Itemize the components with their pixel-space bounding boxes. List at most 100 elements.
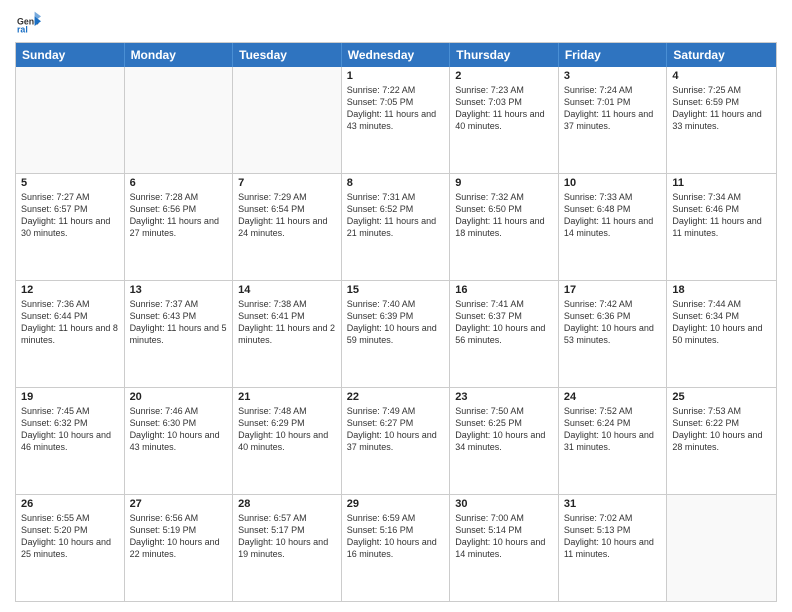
cell-info: Sunrise: 7:27 AMSunset: 6:57 PMDaylight:… (21, 191, 119, 240)
cell-info: Sunrise: 6:55 AMSunset: 5:20 PMDaylight:… (21, 512, 119, 561)
day-number: 29 (347, 498, 445, 510)
calendar-cell: 24 Sunrise: 7:52 AMSunset: 6:24 PMDayligh… (559, 388, 668, 494)
calendar-cell: 3 Sunrise: 7:24 AMSunset: 7:01 PMDaylight… (559, 67, 668, 173)
svg-text:ral: ral (17, 24, 28, 34)
calendar-cell: 15Sunrise: 7:40 AMSunset: 6:39 PMDayligh… (342, 281, 451, 387)
calendar-cell: 29 Sunrise: 6:59 AMSunset: 5:16 PMDayligh… (342, 495, 451, 601)
header-cell-saturday: Saturday (667, 43, 776, 67)
day-number: 23 (455, 391, 553, 403)
day-number: 16 (455, 284, 553, 296)
calendar-cell: 18 Sunrise: 7:44 AMSunset: 6:34 PMDayligh… (667, 281, 776, 387)
cell-info: Sunrise: 7:23 AMSunset: 7:03 PMDaylight:… (455, 84, 553, 133)
calendar-cell: 11 Sunrise: 7:34 AMSunset: 6:46 PMDayligh… (667, 174, 776, 280)
cell-info: Sunrise: 7:45 AMSunset: 6:32 PMDaylight:… (21, 405, 119, 454)
day-number: 25 (672, 391, 771, 403)
header-cell-wednesday: Wednesday (342, 43, 451, 67)
calendar-cell: 10 Sunrise: 7:33 AMSunset: 6:48 PMDayligh… (559, 174, 668, 280)
cell-info: Sunrise: 7:52 AMSunset: 6:24 PMDaylight:… (564, 405, 662, 454)
calendar: SundayMondayTuesdayWednesdayThursdayFrid… (15, 42, 777, 602)
cell-info: Sunrise: 7:49 AMSunset: 6:27 PMDaylight:… (347, 405, 445, 454)
calendar-cell: 6 Sunrise: 7:28 AMSunset: 6:56 PMDaylight… (125, 174, 234, 280)
calendar-cell: 4 Sunrise: 7:25 AMSunset: 6:59 PMDaylight… (667, 67, 776, 173)
calendar-cell: 8Sunrise: 7:31 AMSunset: 6:52 PMDaylight… (342, 174, 451, 280)
calendar-row-0: 1 Sunrise: 7:22 AMSunset: 7:05 PMDaylight… (16, 67, 776, 174)
calendar-row-2: 12 Sunrise: 7:36 AMSunset: 6:44 PMDayligh… (16, 281, 776, 388)
calendar-cell: 28Sunrise: 6:57 AMSunset: 5:17 PMDayligh… (233, 495, 342, 601)
calendar-cell: 26 Sunrise: 6:55 AMSunset: 5:20 PMDayligh… (16, 495, 125, 601)
logo: Gene ral (15, 10, 45, 34)
calendar-cell (125, 67, 234, 173)
day-number: 30 (455, 498, 553, 510)
calendar-cell (667, 495, 776, 601)
calendar-cell: 12 Sunrise: 7:36 AMSunset: 6:44 PMDayligh… (16, 281, 125, 387)
day-number: 26 (21, 498, 119, 510)
cell-info: Sunrise: 7:50 AMSunset: 6:25 PMDaylight:… (455, 405, 553, 454)
calendar-cell: 31Sunrise: 7:02 AMSunset: 5:13 PMDayligh… (559, 495, 668, 601)
calendar-row-4: 26 Sunrise: 6:55 AMSunset: 5:20 PMDayligh… (16, 495, 776, 601)
logo-icon: Gene ral (17, 10, 41, 34)
day-number: 24 (564, 391, 662, 403)
cell-info: Sunrise: 7:29 AMSunset: 6:54 PMDaylight:… (238, 191, 336, 240)
cell-info: Sunrise: 7:32 AMSunset: 6:50 PMDaylight:… (455, 191, 553, 240)
calendar-cell: 2Sunrise: 7:23 AMSunset: 7:03 PMDaylight… (450, 67, 559, 173)
cell-info: Sunrise: 7:48 AMSunset: 6:29 PMDaylight:… (238, 405, 336, 454)
cell-info: Sunrise: 7:40 AMSunset: 6:39 PMDaylight:… (347, 298, 445, 347)
day-number: 7 (238, 177, 336, 189)
cell-info: Sunrise: 7:24 AMSunset: 7:01 PMDaylight:… (564, 84, 662, 133)
header-cell-thursday: Thursday (450, 43, 559, 67)
cell-info: Sunrise: 7:33 AMSunset: 6:48 PMDaylight:… (564, 191, 662, 240)
calendar-row-1: 5Sunrise: 7:27 AMSunset: 6:57 PMDaylight… (16, 174, 776, 281)
calendar-cell: 30 Sunrise: 7:00 AMSunset: 5:14 PMDayligh… (450, 495, 559, 601)
calendar-cell: 1 Sunrise: 7:22 AMSunset: 7:05 PMDaylight… (342, 67, 451, 173)
cell-info: Sunrise: 7:37 AMSunset: 6:43 PMDaylight:… (130, 298, 228, 347)
cell-info: Sunrise: 7:38 AMSunset: 6:41 PMDaylight:… (238, 298, 336, 347)
day-number: 28 (238, 498, 336, 510)
cell-info: Sunrise: 7:41 AMSunset: 6:37 PMDaylight:… (455, 298, 553, 347)
day-number: 10 (564, 177, 662, 189)
day-number: 3 (564, 70, 662, 82)
cell-info: Sunrise: 7:25 AMSunset: 6:59 PMDaylight:… (672, 84, 771, 133)
header-cell-sunday: Sunday (16, 43, 125, 67)
cell-info: Sunrise: 7:42 AMSunset: 6:36 PMDaylight:… (564, 298, 662, 347)
day-number: 18 (672, 284, 771, 296)
cell-info: Sunrise: 7:53 AMSunset: 6:22 PMDaylight:… (672, 405, 771, 454)
cell-info: Sunrise: 6:59 AMSunset: 5:16 PMDaylight:… (347, 512, 445, 561)
day-number: 6 (130, 177, 228, 189)
day-number: 19 (21, 391, 119, 403)
calendar-cell: 13 Sunrise: 7:37 AMSunset: 6:43 PMDayligh… (125, 281, 234, 387)
day-number: 1 (347, 70, 445, 82)
day-number: 12 (21, 284, 119, 296)
cell-info: Sunrise: 7:28 AMSunset: 6:56 PMDaylight:… (130, 191, 228, 240)
day-number: 11 (672, 177, 771, 189)
day-number: 4 (672, 70, 771, 82)
cell-info: Sunrise: 7:44 AMSunset: 6:34 PMDaylight:… (672, 298, 771, 347)
cell-info: Sunrise: 7:46 AMSunset: 6:30 PMDaylight:… (130, 405, 228, 454)
cell-info: Sunrise: 7:34 AMSunset: 6:46 PMDaylight:… (672, 191, 771, 240)
cell-info: Sunrise: 6:56 AMSunset: 5:19 PMDaylight:… (130, 512, 228, 561)
cell-info: Sunrise: 7:36 AMSunset: 6:44 PMDaylight:… (21, 298, 119, 347)
cell-info: Sunrise: 7:00 AMSunset: 5:14 PMDaylight:… (455, 512, 553, 561)
calendar-cell: 21Sunrise: 7:48 AMSunset: 6:29 PMDayligh… (233, 388, 342, 494)
header-cell-tuesday: Tuesday (233, 43, 342, 67)
header-cell-monday: Monday (125, 43, 234, 67)
day-number: 27 (130, 498, 228, 510)
day-number: 9 (455, 177, 553, 189)
day-number: 17 (564, 284, 662, 296)
calendar-cell: 23 Sunrise: 7:50 AMSunset: 6:25 PMDayligh… (450, 388, 559, 494)
day-number: 13 (130, 284, 228, 296)
calendar-cell: 9 Sunrise: 7:32 AMSunset: 6:50 PMDaylight… (450, 174, 559, 280)
calendar-cell: 25 Sunrise: 7:53 AMSunset: 6:22 PMDayligh… (667, 388, 776, 494)
calendar-cell: 7 Sunrise: 7:29 AMSunset: 6:54 PMDaylight… (233, 174, 342, 280)
calendar-cell: 17 Sunrise: 7:42 AMSunset: 6:36 PMDayligh… (559, 281, 668, 387)
calendar-cell: 22Sunrise: 7:49 AMSunset: 6:27 PMDayligh… (342, 388, 451, 494)
calendar-cell (233, 67, 342, 173)
calendar-cell: 16 Sunrise: 7:41 AMSunset: 6:37 PMDayligh… (450, 281, 559, 387)
calendar-cell: 27 Sunrise: 6:56 AMSunset: 5:19 PMDayligh… (125, 495, 234, 601)
cell-info: Sunrise: 7:22 AMSunset: 7:05 PMDaylight:… (347, 84, 445, 133)
calendar-cell: 5Sunrise: 7:27 AMSunset: 6:57 PMDaylight… (16, 174, 125, 280)
day-number: 14 (238, 284, 336, 296)
day-number: 8 (347, 177, 445, 189)
cell-info: Sunrise: 7:02 AMSunset: 5:13 PMDaylight:… (564, 512, 662, 561)
calendar-cell: 20Sunrise: 7:46 AMSunset: 6:30 PMDayligh… (125, 388, 234, 494)
calendar-cell: 14 Sunrise: 7:38 AMSunset: 6:41 PMDayligh… (233, 281, 342, 387)
